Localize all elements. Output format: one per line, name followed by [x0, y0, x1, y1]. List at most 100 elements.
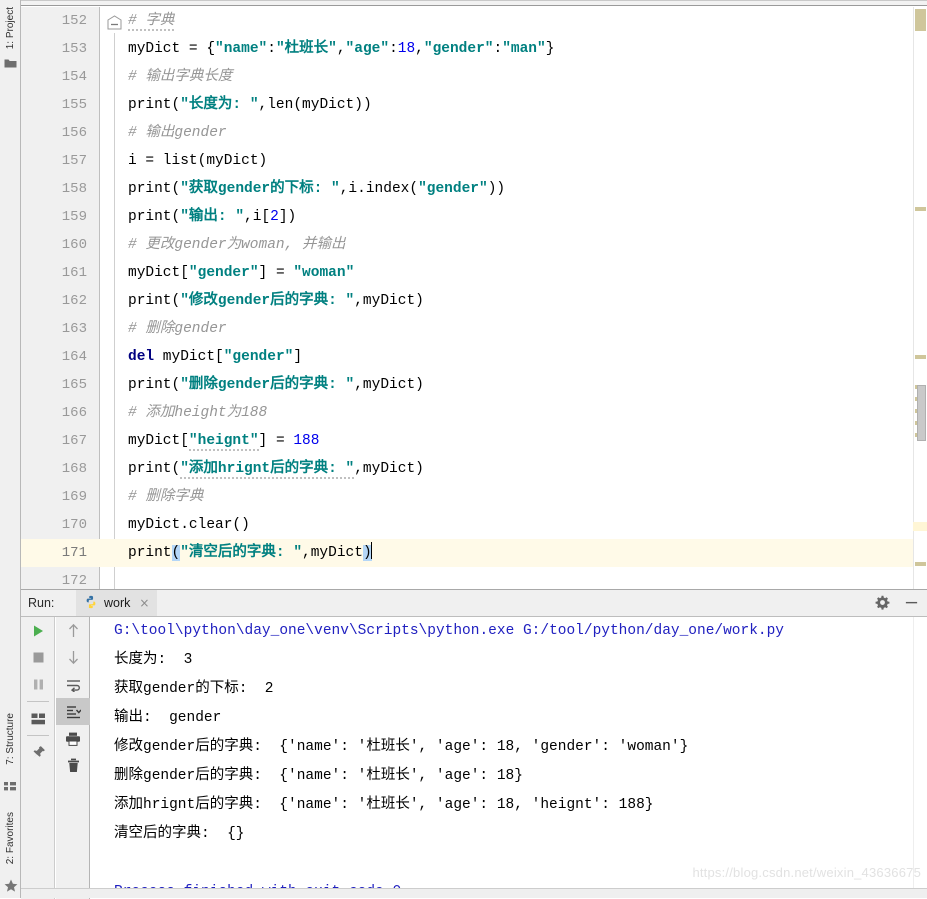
error-stripe-mark[interactable]	[915, 207, 926, 211]
code-line[interactable]: 159 print("输出: ",i[2])	[21, 203, 927, 231]
code-line[interactable]: 155 print("长度为: ",len(myDict))	[21, 91, 927, 119]
close-icon[interactable]: ×	[139, 597, 149, 609]
print-icon[interactable]	[56, 725, 90, 752]
error-stripe-mark[interactable]	[915, 355, 926, 359]
code-line[interactable]: 153 myDict = {"name":"杜班长","age":18,"gen…	[21, 35, 927, 63]
python-file-icon	[84, 595, 98, 612]
up-arrow-icon[interactable]	[56, 617, 90, 644]
trash-icon[interactable]	[56, 752, 90, 779]
code-lines-container[interactable]: 152 # 字典 153 myDict = {"name":"杜班长","age…	[21, 7, 927, 589]
code-line[interactable]: 166 # 添加height为188	[21, 399, 927, 427]
line-source: # 添加height为188	[128, 405, 268, 421]
line-source: print("修改gender后的字典: ",myDict)	[128, 293, 424, 309]
line-number: 156	[61, 125, 87, 141]
console-line: 输出: gender	[114, 710, 222, 726]
line-source: # 更改gender为woman, 并输出	[128, 237, 346, 253]
line-source: print("输出: ",i[2])	[128, 209, 297, 225]
code-line[interactable]: 160 # 更改gender为woman, 并输出	[21, 231, 927, 259]
code-line[interactable]: 152 # 字典	[21, 7, 927, 35]
line-number: 168	[61, 461, 87, 477]
line-source: print("添加hrignt后的字典: ",myDict)	[128, 461, 424, 479]
line-number: 169	[61, 489, 87, 505]
editor-marker-gutter[interactable]	[913, 7, 927, 589]
line-number: 171	[61, 545, 87, 561]
run-tab-work[interactable]: work ×	[76, 590, 158, 616]
project-folder-icon[interactable]	[0, 54, 21, 72]
error-stripe-mark[interactable]	[915, 9, 926, 31]
line-source: myDict["heignt"] = 188	[128, 433, 320, 451]
line-number: 157	[61, 153, 87, 169]
toolbar-separator	[26, 701, 49, 702]
line-number: 159	[61, 209, 87, 225]
code-editor[interactable]: 152 # 字典 153 myDict = {"name":"杜班长","age…	[21, 0, 927, 589]
stop-icon[interactable]	[21, 644, 55, 671]
line-number: 152	[61, 13, 87, 29]
code-line[interactable]: 172	[21, 567, 927, 589]
text-caret	[370, 542, 372, 559]
pause-icon[interactable]	[21, 671, 55, 698]
code-line[interactable]: 156 # 输出gender	[21, 119, 927, 147]
code-line[interactable]: 163 # 删除gender	[21, 315, 927, 343]
layout-icon[interactable]	[21, 705, 55, 732]
line-number: 161	[61, 265, 87, 281]
code-line[interactable]: 170 myDict.clear()	[21, 511, 927, 539]
pycharm-window: 1: Project 7: Structure 2: Favorites 152…	[0, 0, 927, 899]
pin-icon[interactable]	[21, 739, 55, 766]
line-source: print("长度为: ",len(myDict))	[128, 97, 372, 113]
console-line: G:\tool\python\day_one\venv\Scripts\pyth…	[114, 623, 785, 639]
code-line[interactable]: 162 print("修改gender后的字典: ",myDict)	[21, 287, 927, 315]
bottom-status-strip	[21, 888, 927, 898]
editor-vertical-scrollbar-thumb[interactable]	[917, 385, 926, 441]
soft-wrap-icon[interactable]	[56, 671, 90, 698]
line-number: 166	[61, 405, 87, 421]
console-line: 清空后的字典: {}	[114, 826, 245, 842]
line-source: print("删除gender后的字典: ",myDict)	[128, 377, 424, 393]
gear-icon[interactable]	[875, 595, 890, 613]
run-tool-window: Run: work × G:\tool\python\day_one\venv\…	[21, 589, 927, 899]
run-panel-header: Run: work ×	[21, 590, 927, 617]
run-toolbar-secondary	[56, 617, 90, 899]
line-source: # 输出gender	[128, 125, 227, 141]
sidebar-item-favorites-label: 2: Favorites	[5, 811, 16, 865]
line-source: # 删除gender	[128, 321, 227, 337]
console-line: 修改gender后的字典: {'name': '杜班长', 'age': 18,…	[114, 739, 689, 755]
error-stripe-mark[interactable]	[915, 562, 926, 566]
console-line: 获取gender的下标: 2	[114, 681, 274, 697]
minimize-icon[interactable]	[904, 595, 919, 613]
code-line[interactable]: 165 print("删除gender后的字典: ",myDict)	[21, 371, 927, 399]
code-line-current[interactable]: 171 print("清空后的字典: ",myDict)	[21, 539, 927, 567]
code-line[interactable]: 169 # 删除字典	[21, 483, 927, 511]
run-header-icons	[875, 595, 919, 613]
console-line: 添加hrignt后的字典: {'name': '杜班长', 'age': 18,…	[114, 797, 654, 813]
star-icon[interactable]	[0, 876, 21, 894]
line-number: 160	[61, 237, 87, 253]
line-number: 153	[61, 41, 87, 57]
console-scrollbar-area[interactable]	[913, 617, 927, 898]
code-line[interactable]: 168 print("添加hrignt后的字典: ",myDict)	[21, 455, 927, 483]
code-line[interactable]: 158 print("获取gender的下标: ",i.index("gende…	[21, 175, 927, 203]
run-panel-label: Run:	[28, 596, 55, 610]
code-line[interactable]: 157 i = list(myDict)	[21, 147, 927, 175]
toolbar-separator	[26, 735, 49, 736]
down-arrow-icon[interactable]	[56, 644, 90, 671]
sidebar-item-structure[interactable]: 7: Structure	[0, 700, 21, 778]
line-source: print("获取gender的下标: ",i.index("gender"))	[128, 181, 506, 197]
console-line: 删除gender后的字典: {'name': '杜班长', 'age': 18}	[114, 768, 523, 784]
sidebar-item-favorites[interactable]: 2: Favorites	[0, 798, 21, 878]
line-number: 158	[61, 181, 87, 197]
code-line[interactable]: 154 # 输出字典长度	[21, 63, 927, 91]
code-line[interactable]: 167 myDict["heignt"] = 188	[21, 427, 927, 455]
line-source: # 字典	[128, 13, 175, 31]
scroll-to-end-icon[interactable]	[56, 698, 90, 725]
sidebar-item-structure-label: 7: Structure	[5, 713, 16, 765]
line-number: 164	[61, 349, 87, 365]
run-icon[interactable]	[21, 617, 55, 644]
code-line[interactable]: 161 myDict["gender"] = "woman"	[21, 259, 927, 287]
line-source: del myDict["gender"]	[128, 349, 303, 365]
structure-icon[interactable]	[0, 778, 21, 794]
console-output[interactable]: G:\tool\python\day_one\venv\Scripts\pyth…	[91, 617, 913, 898]
code-line[interactable]: 164 del myDict["gender"]	[21, 343, 927, 371]
current-line-mark	[913, 522, 927, 531]
sidebar-item-project[interactable]: 1: Project	[0, 2, 21, 54]
line-number: 167	[61, 433, 87, 449]
